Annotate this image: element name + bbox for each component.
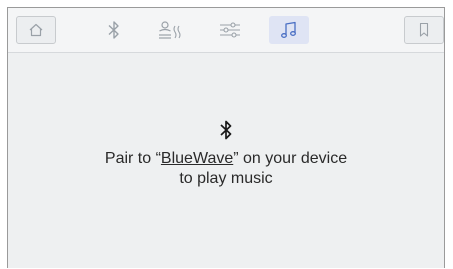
bookmark-button[interactable] bbox=[404, 16, 444, 44]
pairing-icon-wrapper bbox=[8, 119, 444, 141]
heat-steam-button[interactable] bbox=[150, 16, 190, 44]
heat-steam-icon bbox=[159, 21, 181, 39]
bluetooth-pairing-panel: Pair to “BlueWave” on your device to pla… bbox=[8, 53, 444, 269]
pairing-prefix-text: Pair to “ bbox=[104, 150, 161, 167]
pairing-message-line1: Pair to “BlueWave” on your device bbox=[8, 149, 444, 169]
pairing-suffix-text: ” on your device bbox=[233, 150, 348, 167]
bluetooth-tab-button[interactable] bbox=[94, 16, 134, 44]
sliders-button[interactable] bbox=[210, 16, 250, 44]
pairing-message-line2: to play music bbox=[179, 170, 273, 187]
app-frame: Pair to “BlueWave” on your device to pla… bbox=[7, 7, 445, 268]
music-note-icon bbox=[281, 21, 296, 38]
music-tab-button[interactable] bbox=[269, 16, 309, 44]
top-toolbar bbox=[8, 8, 444, 53]
bookmark-icon bbox=[419, 22, 429, 37]
pairing-message: Pair to “BlueWave” on your device to pla… bbox=[8, 149, 444, 189]
device-name: BlueWave bbox=[160, 150, 234, 167]
home-button[interactable] bbox=[16, 16, 56, 44]
bluetooth-icon bbox=[108, 21, 119, 39]
sliders-icon bbox=[220, 22, 240, 38]
home-icon bbox=[29, 23, 43, 37]
bluetooth-icon bbox=[220, 120, 232, 140]
